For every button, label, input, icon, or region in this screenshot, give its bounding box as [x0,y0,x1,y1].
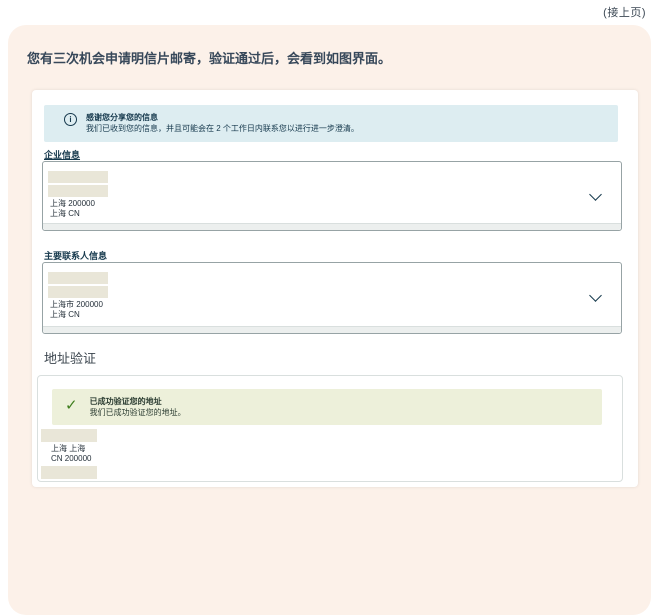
info-circle-icon: i [64,113,77,126]
success-banner-title: 已成功验证您的地址 [89,397,162,406]
info-banner-description: 我们已收到您的信息，并且可能会在 2 个工作日内联系您以进行进一步澄清。 [86,124,359,133]
verification-result-screenshot-panel: i 感谢您分享您的信息 我们已收到您的信息，并且可能会在 2 个工作日内联系您以… [32,90,638,487]
address-verification-title: 地址验证 [44,351,97,366]
box-footer-strip [43,326,621,333]
info-flash-banner: i 感谢您分享您的信息 我们已收到您的信息，并且可能会在 2 个工作日内联系您以… [44,105,618,142]
success-flash-banner: ✓ 已成功验证您的地址 我们已成功验证您的地址。 [52,389,602,425]
primary-contact-info-label: 主要联系人信息 [44,251,108,261]
business-address-line: 上海 CN [50,209,80,218]
address-verification-card: ✓ 已成功验证您的地址 我们已成功验证您的地址。 上海 上海 CN 200000 [37,375,623,482]
instruction-card: 您有三次机会申请明信片邮寄，验证通过后，会看到如图界面。 i 感谢您分享您的信息… [8,25,651,615]
verified-address-line: 上海 上海 [51,444,86,453]
business-address-line: 上海 200000 [50,199,95,208]
redacted-text-bar [48,171,108,183]
business-info-label: 企业信息 [44,150,81,160]
redacted-text-bar [48,272,108,284]
box-footer-strip [43,223,621,230]
continued-from-previous-page-note: (接上页) [603,7,646,19]
redacted-text-bar [41,429,97,442]
verified-address-line: CN 200000 [51,454,92,463]
chevron-down-icon[interactable] [587,187,605,205]
chevron-down-icon[interactable] [587,288,605,306]
redacted-text-bar [48,286,108,298]
contact-address-line: 上海市 200000 [50,300,103,309]
redacted-text-bar [41,466,97,479]
page-title: 您有三次机会申请明信片邮寄，验证通过后，会看到如图界面。 [27,51,392,66]
success-banner-description: 我们已成功验证您的地址。 [89,408,186,417]
redacted-text-bar [48,185,108,197]
contact-info-expandable-box[interactable]: 上海市 200000 上海 CN [42,262,622,334]
checkmark-icon: ✓ [65,397,78,414]
verified-address-block: 上海 上海 CN 200000 [41,429,97,479]
contact-address-line: 上海 CN [50,310,80,319]
business-info-expandable-box[interactable]: 上海 200000 上海 CN [42,161,622,231]
info-banner-title: 感谢您分享您的信息 [86,113,158,122]
